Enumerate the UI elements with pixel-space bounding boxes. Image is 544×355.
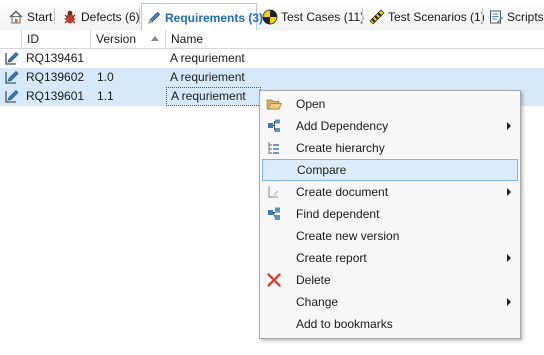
column-header-name[interactable]: Name [166,30,544,48]
tab-scripts[interactable]: Scripts ( [484,4,544,29]
tab-bar: Start Defects (6) Requirements (3) Test … [0,0,544,31]
submenu-arrow-icon [507,254,511,262]
menu-item-compare[interactable]: Compare [262,159,518,181]
tab-divider [139,8,140,24]
tab-test-cases[interactable]: Test Cases (11) [258,4,369,29]
menu-item-add-dependency[interactable]: Add Dependency [262,115,518,137]
cell-name: A requriement [170,51,245,65]
submenu-arrow-icon [507,122,511,130]
menu-item-label: Create new version [296,229,400,243]
menu-item-create-report[interactable]: Create report [262,247,518,269]
menu-item-find-dependent[interactable]: Find dependent [262,203,518,225]
column-header-label: Version [96,32,137,46]
cell-version: 1.1 [97,89,114,103]
menu-item-label: Add to bookmarks [296,317,393,331]
menu-item-label: Create document [296,185,389,199]
tab-test-scenarios[interactable]: Test Scenarios (1) [365,4,490,29]
menu-item-label: Find dependent [296,207,380,221]
test-case-icon [262,9,278,25]
column-header-id[interactable]: ID [22,30,91,48]
hierarchy-icon [266,140,282,156]
menu-item-label: Compare [297,163,347,177]
cell-id: RQ139602 [26,70,85,84]
menu-item-label: Change [296,295,339,309]
column-header-version[interactable]: Version [91,30,166,48]
table-row[interactable]: RQ139602 1.0 A requriement [0,68,544,87]
cell-name: A requriement [166,87,261,106]
tab-label: Start [27,9,53,24]
script-icon [488,9,504,25]
menu-item-label: Delete [296,273,331,287]
submenu-arrow-icon [507,188,511,196]
tab-defects[interactable]: Defects (6) [58,4,145,29]
tab-label: Scripts ( [507,9,544,24]
cell-version [93,49,166,68]
bug-icon [62,9,78,25]
table-row[interactable]: RQ139461 A requriement [0,49,544,68]
submenu-arrow-icon [507,298,511,306]
requirement-icon [4,89,20,104]
tab-requirements[interactable]: Requirements (3) [141,3,263,31]
tab-start[interactable]: Start [4,4,57,29]
grid-header: ID Version Name [0,30,544,49]
tab-divider [482,8,483,24]
tab-label: Defects (6) [81,9,140,24]
menu-item-create-hierarchy[interactable]: Create hierarchy [262,137,518,159]
tab-divider [362,8,363,24]
menu-item-label: Open [296,97,326,111]
menu-item-label: Create hierarchy [296,141,385,155]
menu-item-open[interactable]: Open [262,93,518,115]
delete-x-icon [266,272,282,288]
context-menu: Open Add Dependency Create hierarchy Com… [259,90,521,339]
cell-id: RQ139461 [26,51,85,65]
menu-item-create-new-version[interactable]: Create new version [262,225,518,247]
requirement-icon [4,70,20,85]
pencil-icon [146,10,162,26]
folder-open-icon [266,96,283,112]
cell-id: RQ139601 [26,89,85,103]
tab-label: Requirements (3) [165,10,264,25]
menu-item-delete[interactable]: Delete [262,269,518,291]
row-icon-column-header[interactable] [0,30,22,48]
menu-item-create-document[interactable]: Create document [262,181,518,203]
menu-item-change[interactable]: Change [262,291,518,313]
cell-name: A requriement [170,70,245,84]
find-dependent-icon [266,206,282,222]
tab-label: Test Scenarios (1) [388,9,485,24]
menu-item-label: Create report [296,251,367,265]
menu-item-label: Add Dependency [296,119,389,133]
sort-ascending-icon [151,36,159,41]
cell-version: 1.0 [97,70,114,84]
document-icon [266,184,282,200]
tab-divider [54,8,55,24]
house-icon [8,9,24,25]
requirement-icon [4,51,20,66]
tab-label: Test Cases (11) [281,9,365,24]
dependency-icon [266,118,282,134]
menu-item-add-to-bookmarks[interactable]: Add to bookmarks [262,313,518,335]
test-scenario-icon [369,9,385,25]
